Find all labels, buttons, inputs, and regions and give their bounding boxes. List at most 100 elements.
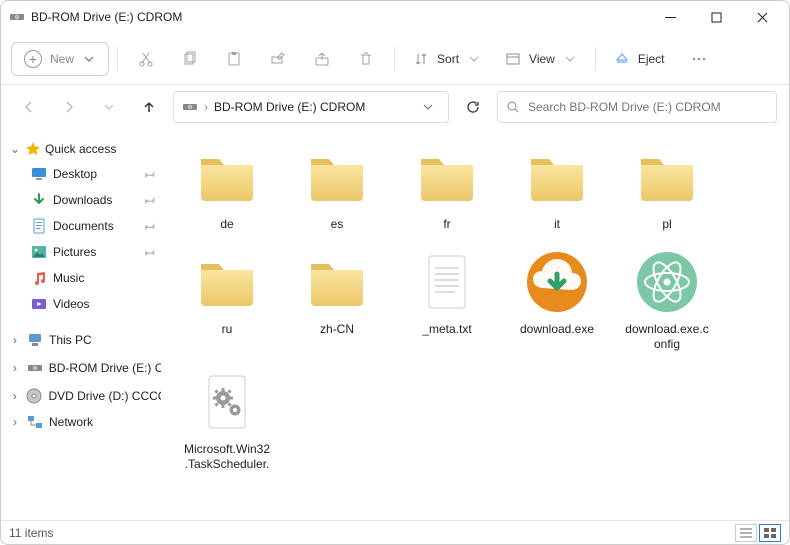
config-green-icon <box>631 246 703 318</box>
rename-button[interactable] <box>258 40 298 78</box>
pictures-icon <box>31 244 47 260</box>
folder-icon <box>411 141 483 213</box>
new-label: New <box>50 52 74 66</box>
main: ⌄ Quick access Desktop Downloads Documen… <box>1 129 789 520</box>
music-icon <box>31 270 47 286</box>
plus-icon: + <box>24 50 42 68</box>
sidebar-item-network[interactable]: ›Network <box>1 409 169 435</box>
chevron-right-icon: › <box>9 361 21 375</box>
chevron-right-icon: › <box>204 100 208 114</box>
up-button[interactable] <box>133 91 165 123</box>
sidebar-item-videos[interactable]: Videos <box>1 291 169 317</box>
file-item[interactable]: it <box>509 137 605 236</box>
breadcrumb[interactable]: BD-ROM Drive (E:) CDROM <box>214 100 365 114</box>
sidebar-item-pictures[interactable]: Pictures <box>1 239 169 265</box>
details-view-button[interactable] <box>735 524 757 542</box>
paste-button[interactable] <box>214 40 254 78</box>
folder-icon <box>191 246 263 318</box>
delete-button[interactable] <box>346 40 386 78</box>
pin-icon <box>143 245 157 259</box>
eject-icon <box>614 51 630 67</box>
refresh-button[interactable] <box>457 91 489 123</box>
file-item[interactable]: de <box>179 137 275 236</box>
folder-icon <box>301 246 373 318</box>
chevron-right-icon: › <box>9 333 21 347</box>
file-label: zh-CN <box>320 322 354 337</box>
minimize-button[interactable] <box>647 1 693 33</box>
folder-icon <box>631 141 703 213</box>
file-item[interactable]: pl <box>619 137 715 236</box>
videos-icon <box>31 296 47 312</box>
folder-icon <box>521 141 593 213</box>
folder-icon <box>301 141 373 213</box>
pin-icon <box>143 193 157 207</box>
file-label: download.exe <box>520 322 594 337</box>
window-title: BD-ROM Drive (E:) CDROM <box>31 10 647 24</box>
file-label: de <box>220 217 233 232</box>
address-chevron[interactable] <box>414 93 442 121</box>
network-icon <box>27 414 43 430</box>
recent-dropdown[interactable] <box>93 91 125 123</box>
back-button[interactable] <box>13 91 45 123</box>
star-icon <box>25 141 41 157</box>
item-count: 11 items <box>9 526 53 540</box>
sidebar-item-downloads[interactable]: Downloads <box>1 187 169 213</box>
drive-icon <box>27 360 43 376</box>
chevron-right-icon: › <box>9 389 20 403</box>
quick-access-header[interactable]: ⌄ Quick access <box>1 137 169 161</box>
close-button[interactable] <box>739 1 785 33</box>
titlebar: BD-ROM Drive (E:) CDROM <box>1 1 789 33</box>
file-pane[interactable]: de es fr it pl ru zh-CN _meta.txt download.exe do… <box>169 129 789 520</box>
file-label: pl <box>662 217 671 232</box>
address-bar[interactable]: › BD-ROM Drive (E:) CDROM <box>173 91 449 123</box>
eject-button[interactable]: Eject <box>604 40 675 78</box>
pc-icon <box>27 332 43 348</box>
disc-icon <box>26 388 42 404</box>
file-item[interactable]: Microsoft.Win32.TaskScheduler.dll <box>179 362 275 478</box>
sidebar-item-this-pc[interactable]: ›This PC <box>1 327 169 353</box>
search-icon <box>506 100 520 114</box>
app-icon <box>9 9 25 25</box>
file-item[interactable]: ru <box>179 242 275 356</box>
search-box[interactable] <box>497 91 777 123</box>
new-button[interactable]: + New <box>11 42 109 76</box>
sidebar-item-music[interactable]: Music <box>1 265 169 291</box>
view-button[interactable]: View <box>495 40 587 78</box>
chevron-down-icon <box>82 52 96 66</box>
file-item[interactable]: fr <box>399 137 495 236</box>
txt-icon <box>411 246 483 318</box>
copy-button[interactable] <box>170 40 210 78</box>
file-label: fr <box>443 217 450 232</box>
file-label: download.exe.config <box>623 322 711 352</box>
documents-icon <box>31 218 47 234</box>
share-button[interactable] <box>302 40 342 78</box>
more-button[interactable] <box>679 40 719 78</box>
toolbar: + New Sort View Eject <box>1 33 789 85</box>
chevron-down-icon <box>467 52 481 66</box>
sidebar-item-bdrom[interactable]: ›BD-ROM Drive (E:) C <box>5 355 165 381</box>
icons-view-button[interactable] <box>759 524 781 542</box>
file-label: ru <box>222 322 233 337</box>
forward-button[interactable] <box>53 91 85 123</box>
sidebar-item-desktop[interactable]: Desktop <box>1 161 169 187</box>
file-item[interactable]: download.exe.config <box>619 242 715 356</box>
file-label: Microsoft.Win32.TaskScheduler.dll <box>183 442 271 474</box>
sidebar-item-documents[interactable]: Documents <box>1 213 169 239</box>
pin-icon <box>143 167 157 181</box>
sort-button[interactable]: Sort <box>403 40 491 78</box>
file-item[interactable]: download.exe <box>509 242 605 356</box>
file-item[interactable]: es <box>289 137 385 236</box>
file-item[interactable]: zh-CN <box>289 242 385 356</box>
sidebar-item-dvd[interactable]: ›DVD Drive (D:) CCCC <box>1 383 169 409</box>
sidebar: ⌄ Quick access Desktop Downloads Documen… <box>1 129 169 520</box>
chevron-down-icon <box>563 52 577 66</box>
navigation-row: › BD-ROM Drive (E:) CDROM <box>1 85 789 129</box>
file-label: es <box>331 217 344 232</box>
pin-icon <box>143 219 157 233</box>
cut-button[interactable] <box>126 40 166 78</box>
file-item[interactable]: _meta.txt <box>399 242 495 356</box>
maximize-button[interactable] <box>693 1 739 33</box>
folder-icon <box>191 141 263 213</box>
search-input[interactable] <box>528 100 768 114</box>
desktop-icon <box>31 166 47 182</box>
